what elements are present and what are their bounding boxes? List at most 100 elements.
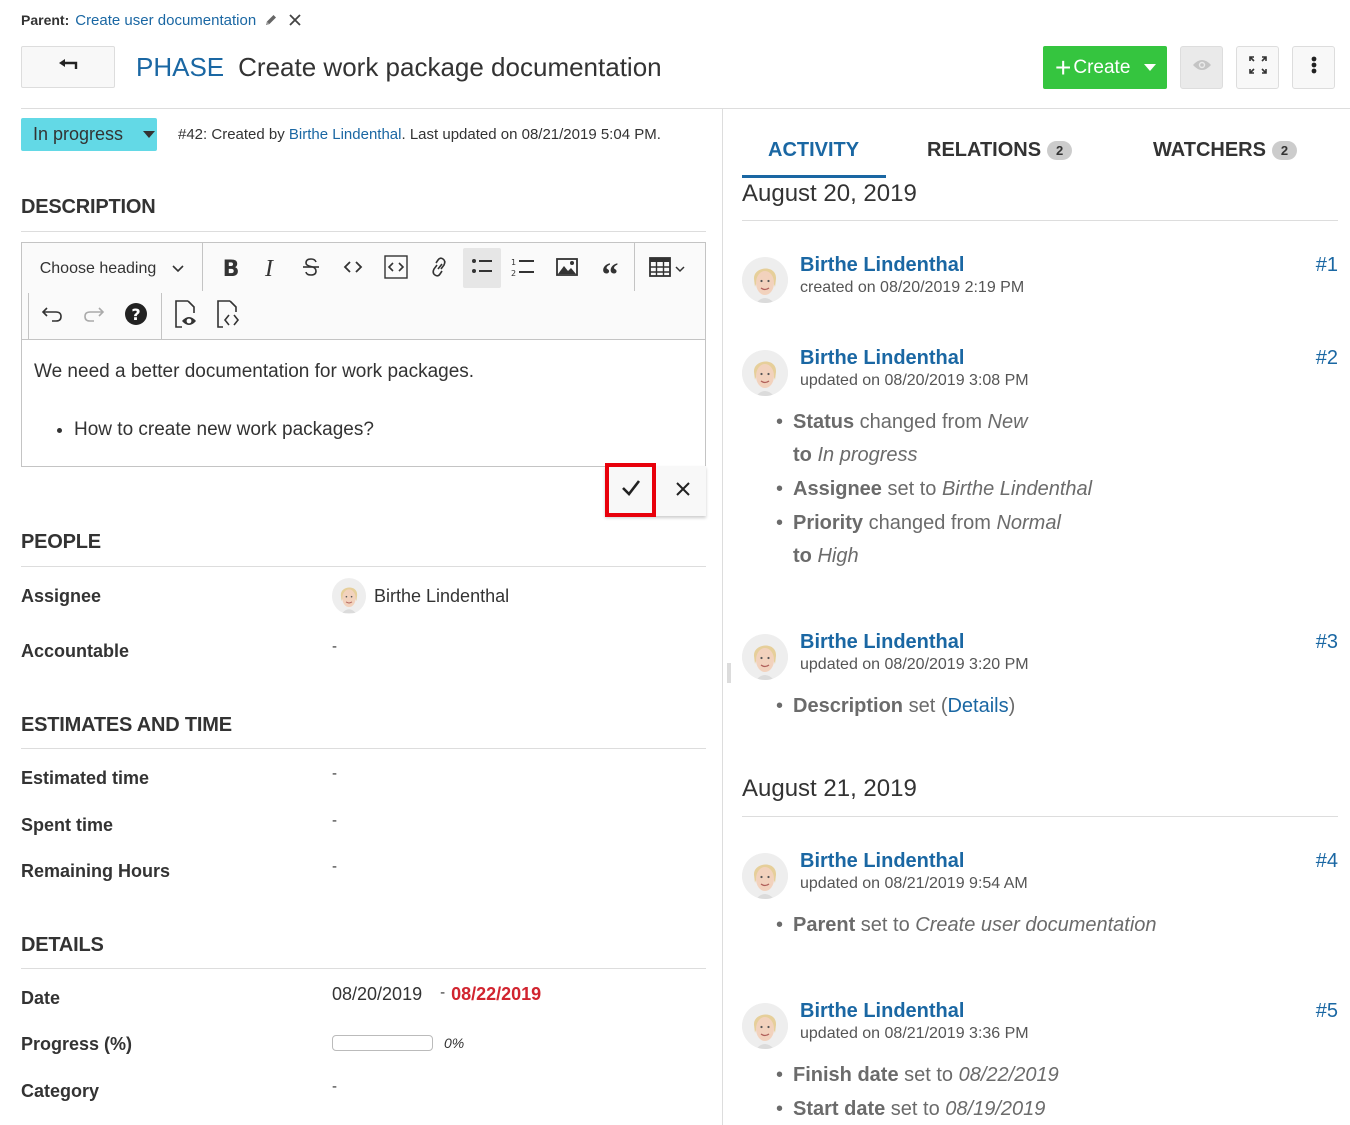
start-date[interactable]: 08/20/2019 bbox=[332, 984, 422, 1005]
activity-change-list: • Parent set to Create user documentation bbox=[776, 909, 1157, 942]
day-divider bbox=[742, 816, 1338, 817]
section-divider bbox=[21, 968, 706, 969]
activity-user-link[interactable]: Birthe Lindenthal bbox=[800, 347, 964, 370]
tab-label: RELATIONS bbox=[927, 139, 1042, 161]
activity-user-link[interactable]: Birthe Lindenthal bbox=[800, 254, 964, 277]
toolbar-separator bbox=[28, 293, 29, 339]
strikethrough-icon bbox=[301, 257, 321, 282]
close-icon[interactable] bbox=[286, 11, 304, 29]
editor-content[interactable]: We need a better documentation for work … bbox=[34, 361, 474, 441]
activity-change: • Start date set to 08/19/2019 bbox=[776, 1098, 1046, 1120]
activity-user-link[interactable]: Birthe Lindenthal bbox=[800, 631, 964, 654]
tab-activity[interactable]: ACTIVITY bbox=[768, 139, 859, 162]
cancel-button[interactable] bbox=[659, 466, 706, 516]
author-link[interactable]: Birthe Lindenthal bbox=[289, 126, 402, 143]
bold-button[interactable]: B bbox=[212, 250, 250, 288]
source-code-icon bbox=[216, 299, 242, 333]
finish-date[interactable]: 08/22/2019 bbox=[451, 984, 541, 1005]
save-button[interactable] bbox=[605, 463, 656, 517]
help-button[interactable]: ? bbox=[118, 297, 154, 335]
checkmark-icon bbox=[621, 479, 641, 502]
active-tab-indicator bbox=[742, 175, 886, 178]
link-icon bbox=[429, 256, 449, 283]
day-divider bbox=[742, 220, 1338, 221]
activity-change-list: • Description set (Details) bbox=[776, 690, 1015, 723]
activity-number-link[interactable]: #2 bbox=[1316, 347, 1338, 370]
expand-icon bbox=[1248, 55, 1268, 80]
accountable-value[interactable]: - bbox=[332, 638, 337, 655]
assignee-field[interactable]: Birthe Lindenthal bbox=[332, 578, 509, 614]
activity-user-link[interactable]: Birthe Lindenthal bbox=[800, 1000, 964, 1023]
watch-button[interactable] bbox=[1180, 46, 1223, 89]
svg-text:2: 2 bbox=[511, 269, 516, 277]
pencil-icon[interactable] bbox=[262, 11, 280, 29]
source-button[interactable] bbox=[210, 297, 248, 335]
code-button[interactable] bbox=[334, 250, 372, 288]
bulleted-list-button[interactable] bbox=[463, 248, 501, 288]
remaining-hours-value[interactable]: - bbox=[332, 858, 337, 875]
estimated-time-value[interactable]: - bbox=[332, 765, 337, 782]
editor-bullet-list: How to create new work packages? bbox=[74, 419, 474, 441]
bulleted-list-icon bbox=[471, 257, 493, 280]
details-link[interactable]: Details bbox=[947, 695, 1008, 717]
fullscreen-button[interactable] bbox=[1236, 46, 1279, 89]
eye-icon bbox=[1192, 58, 1212, 77]
accountable-label: Accountable bbox=[21, 641, 130, 661]
block-quote-button[interactable]: “ bbox=[591, 250, 629, 293]
code-block-icon bbox=[384, 254, 408, 284]
activity-number-link[interactable]: #5 bbox=[1316, 1000, 1338, 1023]
activity-number-link[interactable]: #1 bbox=[1316, 254, 1338, 277]
numbered-list-button[interactable]: 12 bbox=[504, 250, 542, 288]
activity-timestamp: created on 08/20/2019 2:19 PM bbox=[800, 279, 1025, 296]
toolbar-separator bbox=[634, 243, 635, 291]
tab-relations[interactable]: RELATIONS 2 bbox=[927, 139, 1073, 162]
activity-change-list: • Finish date set to 08/22/2019 • Start da… bbox=[776, 1059, 1059, 1125]
status-dropdown[interactable]: In progress bbox=[21, 118, 157, 151]
tab-label: WATCHERS bbox=[1153, 139, 1266, 161]
heading-select[interactable]: Choose heading bbox=[28, 250, 196, 288]
chevron-down-icon bbox=[675, 260, 685, 278]
people-heading: PEOPLE bbox=[21, 531, 101, 553]
back-button[interactable] bbox=[21, 46, 115, 88]
table-button[interactable] bbox=[642, 250, 692, 288]
spent-time-value[interactable]: - bbox=[332, 812, 337, 829]
assignee-value: Birthe Lindenthal bbox=[374, 585, 510, 606]
editor-toolbar: Choose heading B I 1 2 “ ? bbox=[22, 243, 705, 340]
svg-text:1: 1 bbox=[511, 258, 516, 267]
section-divider bbox=[21, 748, 706, 749]
link-button[interactable] bbox=[420, 250, 458, 288]
count-badge: 2 bbox=[1047, 141, 1073, 160]
resize-handle[interactable] bbox=[727, 663, 731, 683]
meta-suffix: . Last updated on 08/21/2019 5:04 PM. bbox=[401, 126, 661, 143]
redo-button[interactable] bbox=[76, 297, 112, 335]
progress-bar[interactable] bbox=[332, 1035, 433, 1051]
image-button[interactable] bbox=[548, 250, 586, 288]
activity-number-link[interactable]: #3 bbox=[1316, 631, 1338, 654]
table-icon bbox=[649, 256, 671, 282]
create-button[interactable]: + Create bbox=[1043, 46, 1167, 89]
tab-watchers[interactable]: WATCHERS 2 bbox=[1153, 139, 1297, 162]
description-editor[interactable]: Choose heading B I 1 2 “ ? We need a bet… bbox=[21, 242, 706, 467]
date-field[interactable]: 08/20/2019 - 08/22/2019 bbox=[332, 984, 541, 1005]
italic-button[interactable]: I bbox=[250, 250, 288, 288]
italic-icon: I bbox=[265, 255, 273, 282]
category-value[interactable]: - bbox=[332, 1078, 337, 1095]
code-block-button[interactable] bbox=[377, 250, 415, 288]
avatar bbox=[742, 350, 788, 396]
quote-icon: “ bbox=[601, 257, 619, 294]
undo-button[interactable] bbox=[34, 297, 70, 335]
activity-timestamp: updated on 08/20/2019 3:20 PM bbox=[800, 656, 1029, 673]
numbered-list-icon: 12 bbox=[511, 257, 535, 282]
section-divider bbox=[21, 231, 706, 232]
parent-link[interactable]: Create user documentation bbox=[75, 12, 256, 29]
work-package-subject[interactable]: Create work package documentation bbox=[238, 52, 661, 83]
create-label: Create bbox=[1073, 56, 1131, 78]
activity-user-link[interactable]: Birthe Lindenthal bbox=[800, 850, 964, 873]
preview-button[interactable] bbox=[167, 297, 205, 335]
more-actions-button[interactable] bbox=[1292, 46, 1335, 89]
activity-number-link[interactable]: #4 bbox=[1316, 850, 1338, 873]
strikethrough-button[interactable] bbox=[292, 250, 330, 288]
activity-day-heading: August 21, 2019 bbox=[742, 775, 917, 802]
work-package-type: PHASE bbox=[136, 52, 225, 82]
progress-text: 0% bbox=[444, 1035, 465, 1051]
